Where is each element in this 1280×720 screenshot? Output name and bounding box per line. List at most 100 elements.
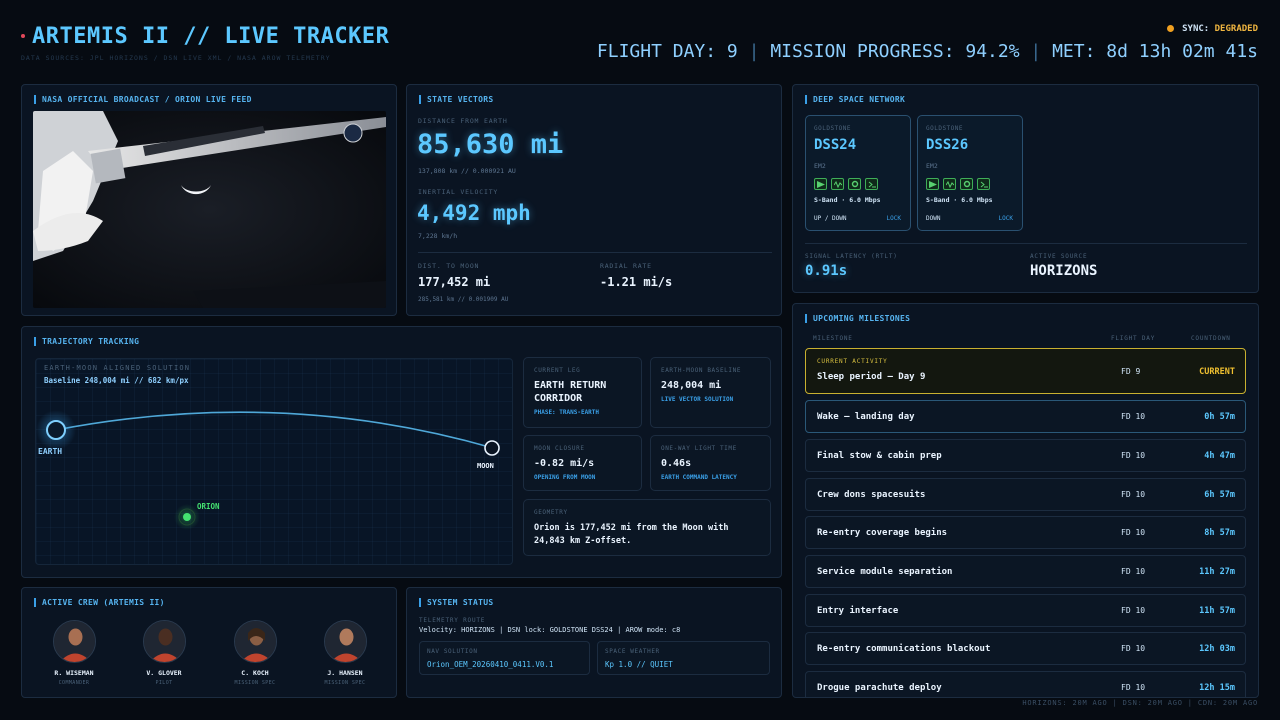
settings-icon <box>960 178 973 190</box>
milestone-row[interactable]: Crew dons spacesuits FD 10 6h 57m <box>805 478 1246 511</box>
current-activity-day: FD 9 <box>1121 367 1141 376</box>
baseline-value: 248,004 mi <box>661 380 722 391</box>
milestone-title: Entry interface <box>817 606 899 616</box>
milestone-row[interactable]: Wake — landing day FD 10 0h 57m <box>805 400 1246 433</box>
crew-name: J. HANSEN <box>327 669 363 677</box>
trajectory-path <box>55 411 494 449</box>
divider <box>805 243 1247 244</box>
station-site: GOLDSTONE <box>814 125 852 132</box>
signal-icon <box>943 178 956 190</box>
avatar <box>52 620 96 663</box>
radial-rate-value: -1.21 mi/s <box>600 275 673 289</box>
earth-marker[interactable] <box>46 420 66 440</box>
current-activity-row[interactable]: CURRENT ACTIVITY Sleep period — Day 9 FD… <box>805 348 1246 394</box>
sync-label: SYNC: <box>1182 24 1210 34</box>
milestone-day: FD 10 <box>1121 644 1146 653</box>
distance-sub: 137,808 km // 0.000921 AU <box>418 167 516 175</box>
moon-marker[interactable] <box>484 440 500 456</box>
distance-value: 85,630 mi <box>417 129 564 160</box>
orion-label: ORION <box>197 502 220 511</box>
milestone-day: FD 10 <box>1121 490 1146 499</box>
crew-name: C. KOCH <box>241 669 269 677</box>
milestone-day: FD 10 <box>1121 683 1146 692</box>
milestone-countdown: 6h 57m <box>1204 490 1235 500</box>
moon-distance-value: 177,452 mi <box>418 275 491 289</box>
crew-member[interactable]: C. KOCH MISSION SPEC <box>220 620 290 686</box>
state-vectors-panel: STATE VECTORS DISTANCE FROM EARTH 85,630… <box>406 84 782 316</box>
state-vectors-title: STATE VECTORS <box>419 95 494 104</box>
crew-member[interactable]: V. GLOVER PILOT <box>129 620 199 686</box>
nav-solution-value: Orion_OEM_20260410_0411.V0.1 <box>427 660 554 669</box>
separator: | <box>1030 41 1042 62</box>
flight-day: FLIGHT DAY: 9 <box>596 41 738 62</box>
earth-label: EARTH <box>38 447 63 456</box>
light-time-card: ONE-WAY LIGHT TIME 0.46s EARTH COMMAND L… <box>650 435 771 491</box>
orion-marker[interactable] <box>183 513 191 521</box>
station-name: DSS24 <box>814 137 857 153</box>
dsn-panel: DEEP SPACE NETWORK GOLDSTONE DSS24 EM2 S… <box>792 84 1259 293</box>
milestone-title: Drogue parachute deploy <box>817 683 942 693</box>
app-title: ARTEMIS II // LIVE TRACKER <box>32 24 390 49</box>
antenna-icon <box>814 178 827 190</box>
station-status-icons <box>926 178 990 190</box>
geometry-label: GEOMETRY <box>534 509 568 516</box>
sync-dot-icon <box>1167 25 1175 32</box>
light-time-sub: EARTH COMMAND LATENCY <box>661 474 737 481</box>
space-weather-box: SPACE WEATHER Kp 1.0 // QUIET <box>597 641 770 675</box>
dsn-station-card[interactable]: GOLDSTONE DSS24 EM2 S-Band · 6.0 Mbps UP… <box>805 115 911 231</box>
crew-name: R. WISEMAN <box>54 669 94 677</box>
broadcast-title: NASA OFFICIAL BROADCAST / ORION LIVE FEE… <box>34 95 252 104</box>
crew-member[interactable]: J. HANSEN MISSION SPEC <box>310 620 380 686</box>
active-source-value: HORIZONS <box>1030 263 1098 279</box>
trajectory-svg <box>36 410 500 530</box>
milestones-title: UPCOMING MILESTONES <box>805 314 910 323</box>
mission-elapsed-time: MET: 8d 13h 02m 41s <box>1052 41 1258 62</box>
milestone-title: Final stow & cabin prep <box>817 451 942 461</box>
milestone-countdown: 0h 57m <box>1204 412 1235 422</box>
light-time-value: 0.46s <box>661 458 692 469</box>
moon-label: MOON <box>477 462 494 470</box>
milestone-row[interactable]: Re-entry coverage begins FD 10 8h 57m <box>805 516 1246 549</box>
latency-label: SIGNAL LATENCY (RTLT) <box>805 253 898 260</box>
milestone-row[interactable]: Drogue parachute deploy FD 10 12h 15m <box>805 671 1246 697</box>
station-name: DSS26 <box>926 137 969 153</box>
milestone-row[interactable]: Final stow & cabin prep FD 10 4h 47m <box>805 439 1246 472</box>
footer-sync-times: HORIZONS: 20M AGO | DSN: 20M AGO | CDN: … <box>1022 699 1258 707</box>
milestone-day: FD 10 <box>1121 528 1146 537</box>
milestone-row[interactable]: Entry interface FD 10 11h 57m <box>805 594 1246 627</box>
col-milestone: MILESTONE <box>813 335 853 342</box>
system-status-panel: SYSTEM STATUS TELEMETRY ROUTE Velocity: … <box>406 587 782 698</box>
active-source-label: ACTIVE SOURCE <box>1030 253 1088 260</box>
live-video-feed[interactable] <box>33 111 386 308</box>
crew-role: PILOT <box>155 680 173 686</box>
trajectory-plot[interactable]: EARTH-MOON ALIGNED SOLUTION Baseline 248… <box>35 358 513 565</box>
geometry-card: GEOMETRY Orion is 177,452 mi from the Mo… <box>523 499 771 556</box>
crew-member[interactable]: R. WISEMAN COMMANDER <box>39 620 109 686</box>
milestone-day: FD 10 <box>1121 606 1146 615</box>
dsn-title: DEEP SPACE NETWORK <box>805 95 905 104</box>
velocity-value: 4,492 mph <box>417 201 531 225</box>
current-leg-sub: PHASE: TRANS-EARTH <box>534 409 600 416</box>
signal-icon <box>831 178 844 190</box>
milestone-row[interactable]: Re-entry communications blackout FD 10 1… <box>805 632 1246 665</box>
milestone-day: FD 10 <box>1121 412 1146 421</box>
milestone-title: Crew dons spacesuits <box>817 490 926 500</box>
trajectory-panel: TRAJECTORY TRACKING EARTH-MOON ALIGNED S… <box>21 326 782 578</box>
trajectory-title: TRAJECTORY TRACKING <box>34 337 139 346</box>
current-leg-label: CURRENT LEG <box>534 367 581 374</box>
nav-solution-label: NAV SOLUTION <box>427 648 478 655</box>
milestones-panel: UPCOMING MILESTONES MILESTONE FLIGHT DAY… <box>792 303 1259 698</box>
baseline-card: EARTH-MOON BASELINE 248,004 mi LIVE VECT… <box>650 357 771 428</box>
station-direction: DOWN <box>926 215 941 222</box>
mission-status-line: FLIGHT DAY: 9 | MISSION PROGRESS: 94.2% … <box>597 41 1258 62</box>
milestone-title: Re-entry communications blackout <box>817 644 991 654</box>
milestone-title: Re-entry coverage begins <box>817 528 948 538</box>
milestone-row[interactable]: Service module separation FD 10 11h 27m <box>805 555 1246 588</box>
dsn-station-card[interactable]: GOLDSTONE DSS26 EM2 S-Band · 6.0 Mbps DO… <box>917 115 1023 231</box>
crew-role: MISSION SPEC <box>234 680 276 686</box>
velocity-label: INERTIAL VELOCITY <box>418 188 499 196</box>
settings-icon <box>848 178 861 190</box>
crew-panel: ACTIVE CREW (ARTEMIS II) R. WISEMAN COMM… <box>21 587 397 698</box>
milestone-title: Wake — landing day <box>817 412 915 422</box>
nav-solution-box: NAV SOLUTION Orion_OEM_20260410_0411.V0.… <box>419 641 590 675</box>
